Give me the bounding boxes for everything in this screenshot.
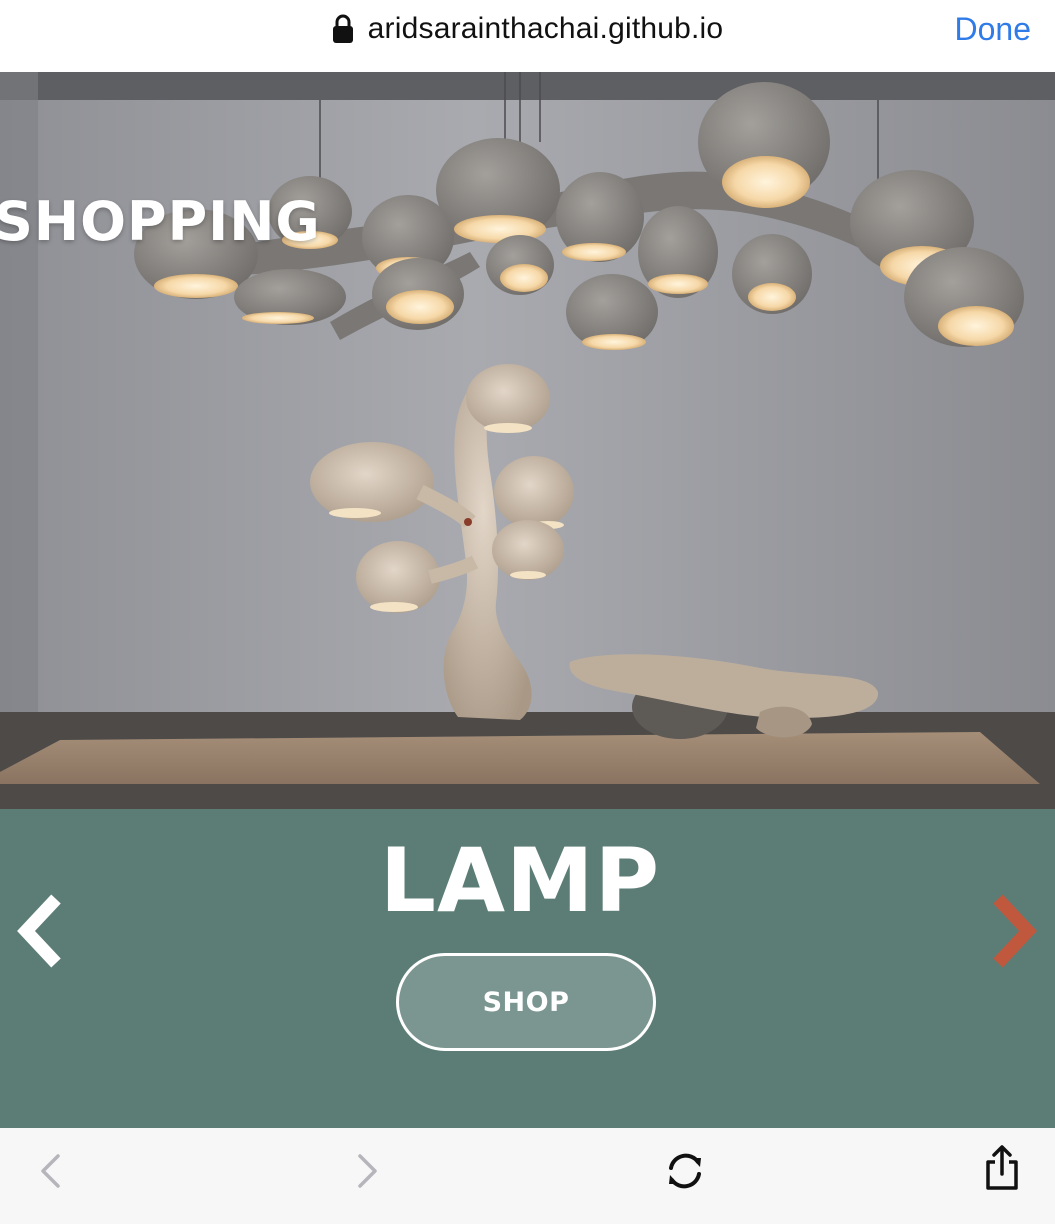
- slide-panel: LAMP SHOP: [0, 809, 1055, 1128]
- lock-icon: [332, 14, 353, 43]
- url-text: aridsarainthachai.github.io: [367, 12, 724, 45]
- lamp-photo: [0, 72, 1055, 809]
- brand-logo[interactable]: SHOPPING: [0, 190, 321, 253]
- hero-image: SHOPPING: [0, 72, 1055, 809]
- slide-title: LAMP: [379, 829, 661, 932]
- browser-toolbar: [0, 1128, 1055, 1224]
- shop-button[interactable]: SHOP: [396, 953, 656, 1051]
- reload-icon[interactable]: [662, 1148, 708, 1194]
- share-icon[interactable]: [982, 1144, 1022, 1192]
- done-button[interactable]: Done: [955, 8, 1032, 50]
- forward-icon[interactable]: [354, 1152, 382, 1190]
- back-icon[interactable]: [36, 1152, 64, 1190]
- browser-top-bar: aridsarainthachai.github.io Done: [0, 0, 1055, 72]
- address-bar[interactable]: aridsarainthachai.github.io: [0, 0, 1055, 58]
- chevron-right-icon[interactable]: [986, 893, 1038, 969]
